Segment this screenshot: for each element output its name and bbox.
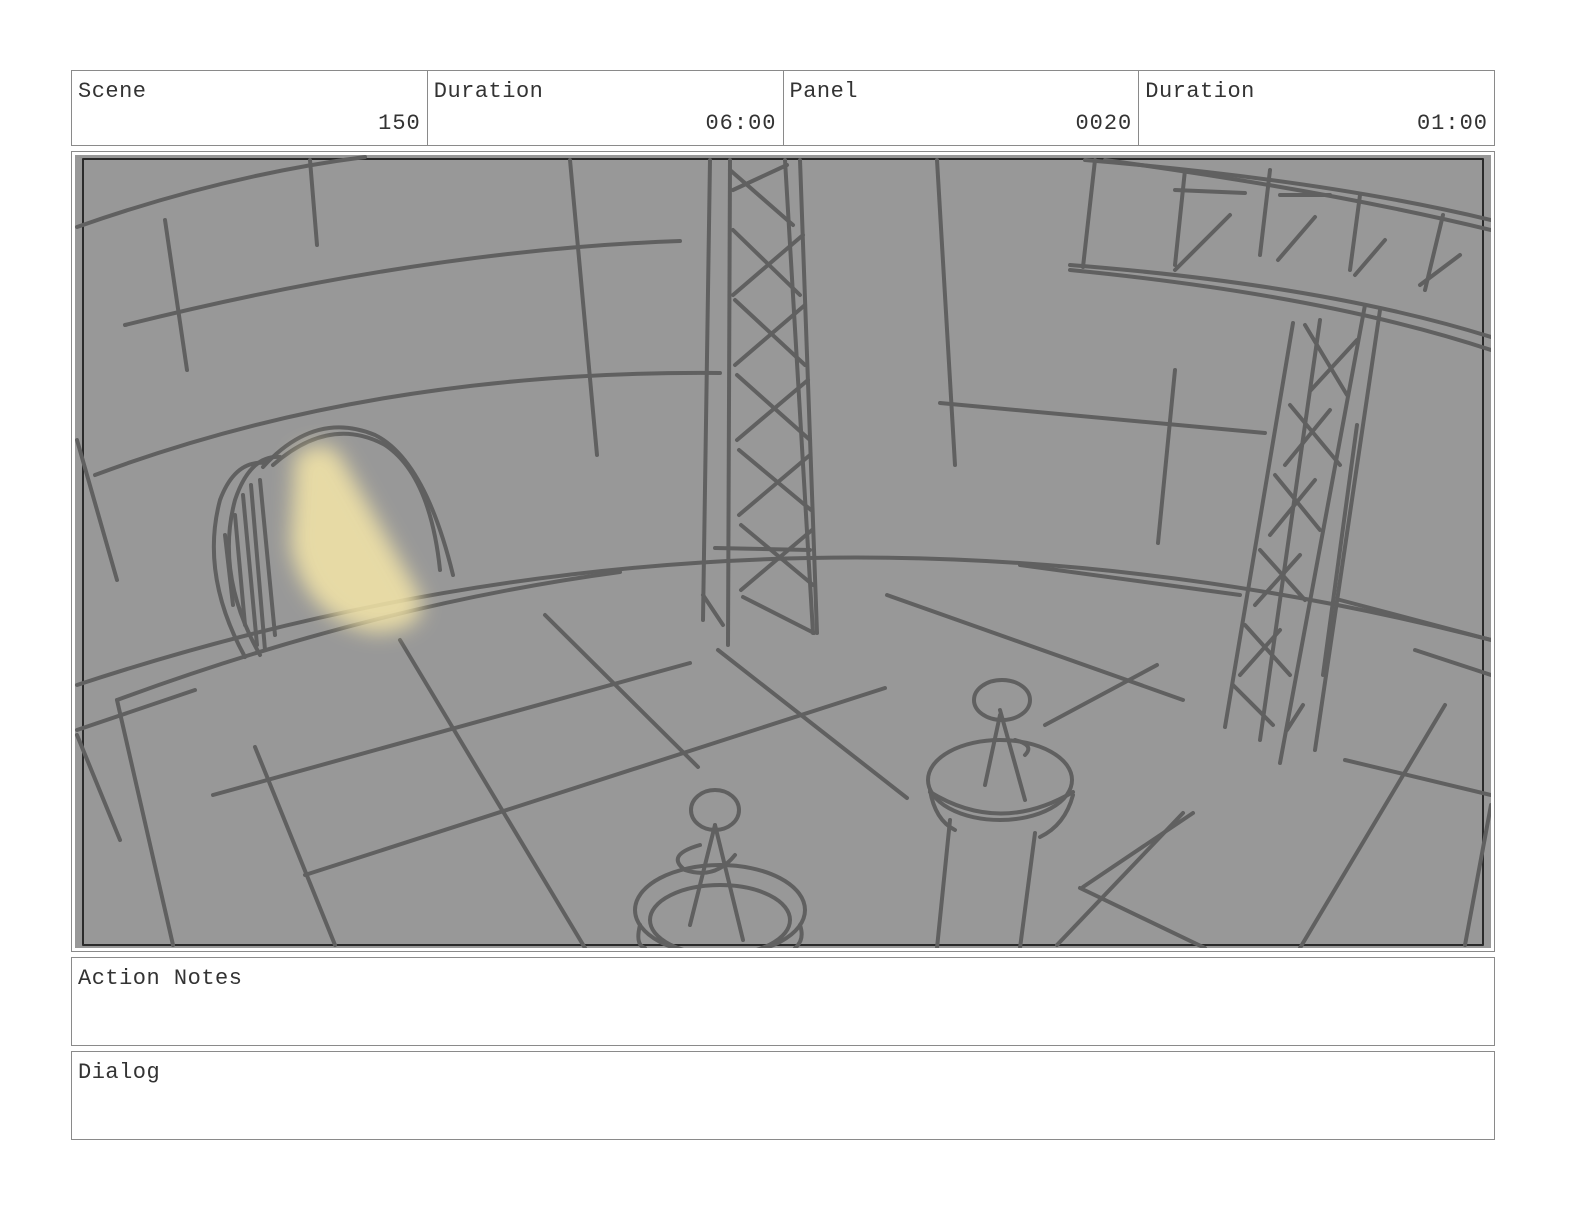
action-notes-label: Action Notes xyxy=(78,966,243,991)
sketch-canvas[interactable] xyxy=(75,155,1491,948)
scene-duration-cell: Duration 06:00 xyxy=(428,71,784,145)
storyboard-panel-frame xyxy=(71,151,1495,952)
panel-duration-value[interactable]: 01:00 xyxy=(1417,111,1488,136)
dialog-label: Dialog xyxy=(78,1060,161,1085)
dialog-box[interactable]: Dialog xyxy=(71,1051,1495,1140)
panel-label: Panel xyxy=(789,79,859,104)
panel-value[interactable]: 0020 xyxy=(1075,111,1132,136)
scene-value[interactable]: 150 xyxy=(378,111,421,136)
panel-cell: Panel 0020 xyxy=(784,71,1140,145)
scene-cell: Scene 150 xyxy=(72,71,428,145)
action-notes-box[interactable]: Action Notes xyxy=(71,957,1495,1046)
sketch-drawing xyxy=(75,155,1491,948)
scene-duration-value[interactable]: 06:00 xyxy=(705,111,776,136)
panel-duration-label: Duration xyxy=(1145,79,1255,104)
scene-label: Scene xyxy=(78,79,147,104)
storyboard-header: Scene 150 Duration 06:00 Panel 0020 Dura… xyxy=(71,70,1495,146)
panel-duration-cell: Duration 01:00 xyxy=(1139,71,1494,145)
scene-duration-label: Duration xyxy=(433,79,544,104)
